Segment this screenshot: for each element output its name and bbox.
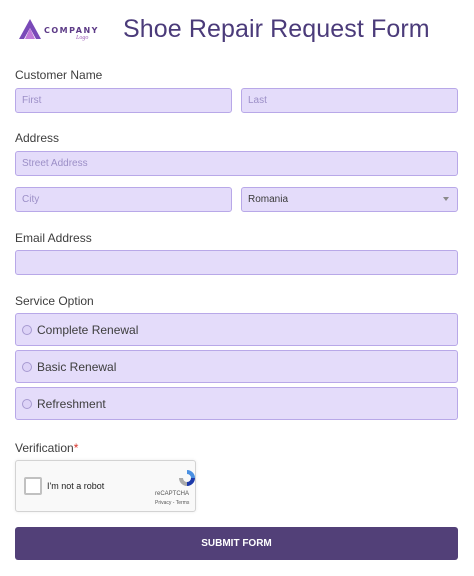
service-option-label: Basic Renewal <box>37 359 117 374</box>
street-address-field[interactable]: Street Address <box>15 151 458 176</box>
recaptcha-checkbox[interactable] <box>24 477 42 495</box>
last-name-field[interactable]: Last <box>241 88 458 113</box>
radio-button[interactable] <box>22 361 32 372</box>
service-option-basic-renewal[interactable]: Basic Renewal <box>15 350 458 383</box>
service-option-label: Complete Renewal <box>37 322 139 337</box>
email-label: Email Address <box>15 231 92 245</box>
logo-subtitle: Logo <box>76 35 89 41</box>
recaptcha-text: I'm not a robot <box>47 481 105 491</box>
recaptcha-links[interactable]: Privacy - Terms <box>155 500 189 506</box>
recaptcha-icon <box>179 470 195 486</box>
email-field[interactable] <box>15 250 458 275</box>
radio-button[interactable] <box>22 324 32 335</box>
radio-button[interactable] <box>22 398 32 409</box>
city-field[interactable]: City <box>15 187 232 212</box>
service-option-label: Service Option <box>15 294 94 308</box>
chevron-down-icon <box>443 197 449 201</box>
address-label: Address <box>15 131 60 145</box>
recaptcha-brand: reCAPTCHA <box>155 491 190 497</box>
service-option-label: Refreshment <box>37 396 106 411</box>
page-title: Shoe Repair Request Form <box>123 15 430 43</box>
verification-label-text: Verification <box>15 441 74 455</box>
customer-name-label: Customer Name <box>15 68 103 82</box>
country-select-value: Romania <box>248 194 289 205</box>
required-asterisk: * <box>73 441 79 455</box>
service-option-complete-renewal[interactable]: Complete Renewal <box>15 313 458 346</box>
logo-name: COMPANY <box>44 26 99 35</box>
logo-icon <box>19 19 41 39</box>
company-logo: COMPANY Logo <box>18 17 108 47</box>
service-option-refreshment[interactable]: Refreshment <box>15 387 458 420</box>
recaptcha-widget: I'm not a robot reCAPTCHA Privacy - Term… <box>15 460 196 512</box>
country-select[interactable]: Romania <box>241 187 458 212</box>
verification-label: Verification* <box>15 441 78 455</box>
first-name-field[interactable]: First <box>15 88 232 113</box>
submit-button[interactable]: SUBMIT FORM <box>15 527 458 560</box>
